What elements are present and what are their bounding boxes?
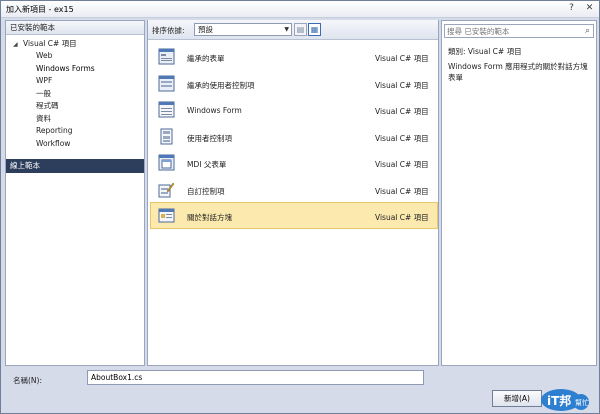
sort-label: 排序依據: (152, 26, 185, 35)
tree-item-reporting[interactable]: Reporting (6, 125, 144, 138)
title-bar: 加入新項目 - ex15 ? ✕ (1, 1, 599, 18)
tree-root-visual-csharp[interactable]: ◢ Visual C# 項目 (6, 38, 144, 50)
details-panel: ⌕ 類別: Visual C# 項目 Windows Form 應用程式的關於對… (441, 20, 597, 366)
name-label: 名稱(N): (13, 376, 42, 385)
ithome-logo: iT邦 幫忙 (541, 389, 589, 411)
template-name: 繼承的表單 (187, 54, 225, 63)
template-row[interactable]: Windows Form Visual C# 項目 (150, 96, 438, 123)
template-name: 關於對話方塊 (187, 213, 232, 222)
user-control-icon (160, 128, 173, 144)
windows-form-icon (158, 101, 175, 118)
inherited-form-icon (158, 48, 175, 65)
tree-root-label: Visual C# 項目 (23, 39, 77, 48)
template-language: Visual C# 項目 (375, 186, 429, 196)
template-description: Windows Form 應用程式的關於對話方塊表單 (448, 62, 588, 82)
sort-dropdown[interactable]: 預設 ▼ (194, 23, 292, 36)
name-field[interactable] (87, 370, 424, 385)
template-name: 自訂控制項 (187, 186, 225, 196)
medium-icons-view-button[interactable]: ▦ (308, 23, 321, 36)
tree-item-data[interactable]: 資料 (6, 113, 144, 126)
bottom-bar: 名稱(N): 新增(A) iT邦 幫忙 (1, 368, 599, 413)
template-language: Visual C# 項目 (375, 133, 429, 143)
template-list: 繼承的表單 Visual C# 項目 繼承的使用者控制項 Visual C# 項… (150, 43, 438, 229)
tree-item-windows-forms[interactable]: Windows Forms (6, 63, 144, 76)
tree-item-web[interactable]: Web (6, 50, 144, 63)
template-language: Visual C# 項目 (375, 160, 429, 169)
tree-item-code[interactable]: 程式碼 (6, 100, 144, 113)
sort-value: 預設 (198, 25, 213, 34)
category-tree: ◢ Visual C# 項目 Web Windows Forms WPF 一般 程… (6, 35, 144, 150)
template-row[interactable]: 繼承的表單 Visual C# 項目 (150, 43, 438, 70)
template-name: 使用者控制項 (187, 133, 232, 143)
custom-control-icon (158, 182, 175, 197)
chevron-down-icon: ▼ (284, 26, 289, 33)
template-type: 類別: Visual C# 項目 (448, 47, 522, 56)
search-input[interactable] (447, 26, 575, 37)
template-row[interactable]: 自訂控制項 Visual C# 項目 (150, 176, 438, 203)
medium-icons-icon: ▦ (310, 25, 319, 34)
tree-item-workflow[interactable]: Workflow (6, 138, 144, 151)
category-panel: 已安裝的範本 ◢ Visual C# 項目 Web Windows Forms W… (5, 20, 145, 366)
template-row-selected[interactable]: 關於對話方塊 Visual C# 項目 (150, 202, 438, 229)
template-language: Visual C# 項目 (375, 213, 429, 222)
installed-templates-header[interactable]: 已安裝的範本 (6, 21, 144, 35)
window-title: 加入新項目 - ex15 (6, 5, 74, 14)
template-language: Visual C# 項目 (375, 54, 429, 63)
template-name: 繼承的使用者控制項 (187, 80, 255, 90)
add-new-item-dialog: 加入新項目 - ex15 ? ✕ 已安裝的範本 ◢ Visual C# 項目 We… (0, 0, 600, 414)
template-language: Visual C# 項目 (375, 80, 429, 90)
template-row[interactable]: 使用者控制項 Visual C# 項目 (150, 123, 438, 150)
template-language: Visual C# 項目 (375, 107, 429, 116)
search-icon[interactable]: ⌕ (585, 26, 590, 36)
template-toolbar: 排序依據: 預設 ▼ ▤ ▦ (148, 20, 438, 40)
template-panel: 排序依據: 預設 ▼ ▤ ▦ 繼承的表單 Visual C# 項目 繼承的使用者… (147, 20, 439, 366)
about-box-icon (158, 208, 175, 223)
logo-text: iT邦 (547, 393, 571, 408)
template-row[interactable]: MDI 父表單 Visual C# 項目 (150, 149, 438, 176)
online-templates-header[interactable]: 線上範本 (6, 159, 144, 173)
template-row[interactable]: 繼承的使用者控制項 Visual C# 項目 (150, 70, 438, 97)
small-icons-view-button[interactable]: ▤ (294, 23, 307, 36)
small-icons-icon: ▤ (296, 25, 305, 34)
template-name: MDI 父表單 (187, 160, 227, 169)
help-button[interactable]: ? (563, 2, 580, 16)
close-button[interactable]: ✕ (581, 2, 598, 16)
mdi-parent-form-icon (158, 154, 175, 171)
tree-item-general[interactable]: 一般 (6, 88, 144, 101)
search-box[interactable]: ⌕ (444, 24, 594, 38)
expand-triangle-icon[interactable]: ◢ (13, 39, 23, 51)
tree-item-wpf[interactable]: WPF (6, 75, 144, 88)
logo-subtext: 幫忙 (575, 398, 589, 407)
inherited-user-control-icon (158, 75, 175, 91)
template-name: Windows Form (187, 106, 242, 115)
